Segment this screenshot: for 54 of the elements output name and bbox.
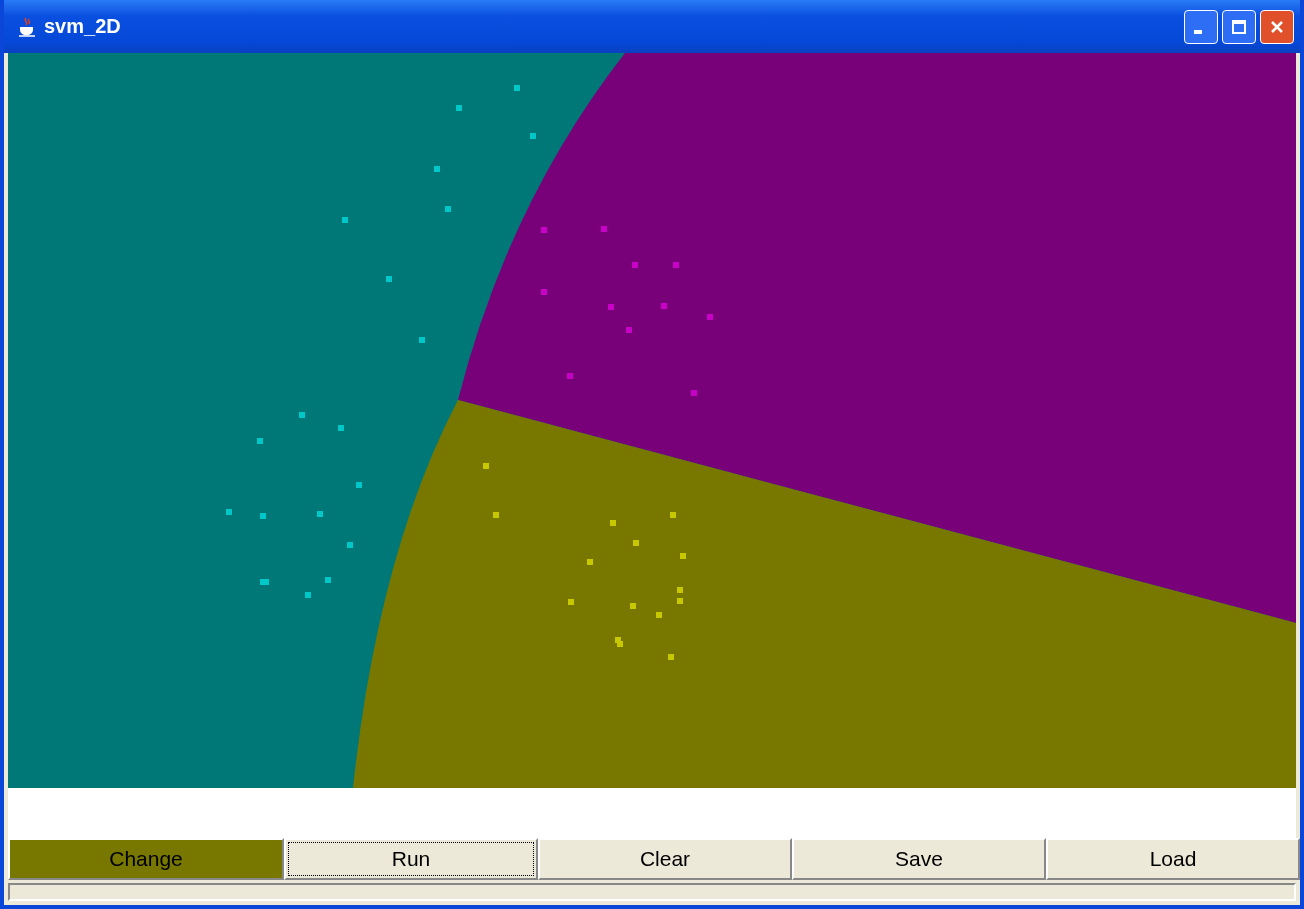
- data-point: [456, 105, 462, 111]
- data-point: [338, 425, 344, 431]
- data-point: [445, 206, 451, 212]
- toolbar-button[interactable]: Run: [284, 838, 538, 880]
- data-point: [677, 598, 683, 604]
- minimize-button[interactable]: [1184, 9, 1218, 44]
- data-point: [691, 390, 697, 396]
- data-point: [317, 511, 323, 517]
- data-point: [419, 337, 425, 343]
- data-point: [386, 276, 392, 282]
- data-point: [673, 262, 679, 268]
- data-point: [541, 227, 547, 233]
- data-point: [257, 438, 263, 444]
- maximize-button[interactable]: [1222, 9, 1256, 44]
- toolbar-button[interactable]: Change: [8, 838, 284, 880]
- data-point: [601, 226, 607, 232]
- data-point: [668, 654, 674, 660]
- coffee-cup-icon: [18, 16, 36, 37]
- data-point: [493, 512, 499, 518]
- minimize-icon: [1194, 29, 1202, 34]
- data-point: [260, 513, 266, 519]
- data-point: [568, 599, 574, 605]
- data-point: [342, 217, 348, 223]
- data-point: [299, 412, 305, 418]
- data-point: [630, 603, 636, 609]
- data-point: [356, 482, 362, 488]
- data-point: [680, 553, 686, 559]
- data-point: [587, 559, 593, 565]
- data-point: [434, 166, 440, 172]
- data-point: [567, 373, 573, 379]
- data-point: [626, 327, 632, 333]
- data-point: [608, 304, 614, 310]
- data-point: [305, 592, 311, 598]
- parameter-field[interactable]: [8, 788, 1296, 838]
- window-title: svm_2D: [44, 15, 121, 38]
- data-point: [483, 463, 489, 469]
- close-button[interactable]: [1260, 9, 1294, 44]
- toolbar-button[interactable]: Clear: [538, 838, 792, 880]
- data-point: [656, 612, 662, 618]
- data-point: [347, 542, 353, 548]
- toolbar-button[interactable]: Load: [1046, 838, 1300, 880]
- data-point: [661, 303, 667, 309]
- data-point: [670, 512, 676, 518]
- data-point: [707, 314, 713, 320]
- data-point: [610, 520, 616, 526]
- data-point: [541, 289, 547, 295]
- data-point: [514, 85, 520, 91]
- data-point: [633, 540, 639, 546]
- data-point: [632, 262, 638, 268]
- data-point: [677, 587, 683, 593]
- toolbar-button[interactable]: Save: [792, 838, 1046, 880]
- data-point: [325, 577, 331, 583]
- data-point: [530, 133, 536, 139]
- data-point: [226, 509, 232, 515]
